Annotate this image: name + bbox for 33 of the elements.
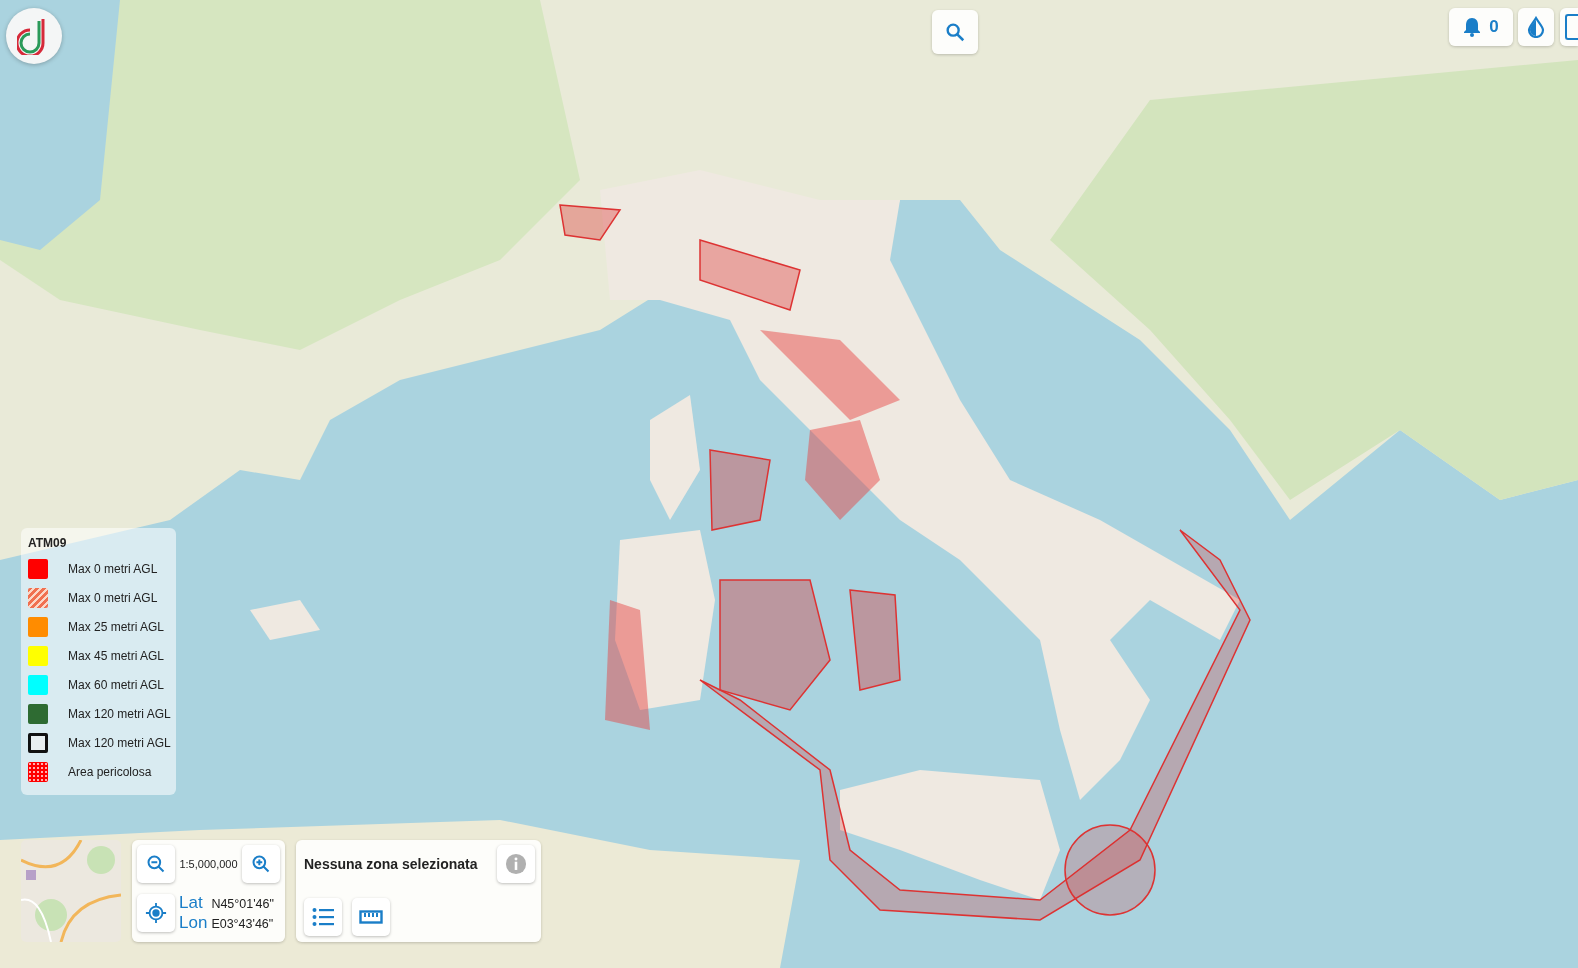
bell-icon xyxy=(1463,17,1482,37)
lon-value: E03°43'46" xyxy=(211,917,274,931)
legend-label: Area pericolosa xyxy=(68,765,152,779)
ruler-icon xyxy=(359,910,383,924)
zoom-in-button[interactable] xyxy=(242,845,280,883)
list-icon xyxy=(312,907,334,927)
info-icon xyxy=(505,853,527,875)
lat-label: Lat xyxy=(179,893,204,913)
toolbar-button[interactable] xyxy=(1560,8,1578,46)
target-icon xyxy=(145,902,167,924)
notifications-button[interactable]: 0 xyxy=(1449,8,1513,46)
list-button[interactable] xyxy=(304,898,342,936)
zoom-out-button[interactable] xyxy=(137,845,175,883)
legend-label: Max 120 metri AGL xyxy=(68,736,171,750)
contrast-button[interactable] xyxy=(1518,8,1554,46)
zone-title: Nessuna zona selezionata xyxy=(304,856,478,872)
drop-icon xyxy=(1527,16,1545,38)
legend-label: Max 120 metri AGL xyxy=(68,707,171,721)
locate-button[interactable] xyxy=(137,894,175,932)
zoom-in-icon xyxy=(251,854,271,874)
legend-label: Max 0 metri AGL xyxy=(68,562,158,576)
search-icon xyxy=(944,21,966,43)
search-button[interactable] xyxy=(932,10,978,54)
ruler-button[interactable] xyxy=(352,898,390,936)
lon-label: Lon xyxy=(179,913,208,933)
lat-value: N45°01'46" xyxy=(211,897,274,911)
zoom-out-icon xyxy=(146,854,166,874)
legend-title: ATM09 xyxy=(28,536,68,550)
legend-label: Max 0 metri AGL xyxy=(68,591,158,605)
legend-label: Max 45 metri AGL xyxy=(68,649,165,663)
legend-label: Max 25 metri AGL xyxy=(68,620,165,634)
scale-text: 1:5,000,000 xyxy=(179,858,238,870)
legend-label: Max 60 metri AGL xyxy=(68,678,165,692)
